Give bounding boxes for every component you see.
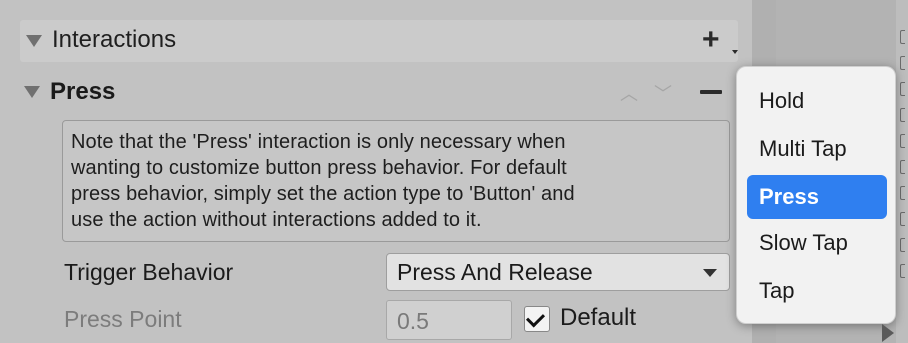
list-item: [900, 186, 905, 200]
help-text-line: use the action without interactions adde…: [71, 209, 482, 231]
menu-item-tap[interactable]: Tap: [747, 269, 887, 313]
list-item: [900, 134, 905, 148]
foldout-arrow-icon[interactable]: [26, 35, 42, 47]
menu-item-hold[interactable]: Hold: [747, 79, 887, 123]
inspector-panel: Interactions + Press ︿ ﹀ Note that the '…: [0, 0, 752, 343]
trigger-behavior-dropdown[interactable]: Press And Release: [386, 253, 730, 291]
menu-item-slow-tap[interactable]: Slow Tap: [747, 221, 887, 265]
press-point-label: Press Point: [64, 306, 182, 332]
plus-dropdown-caret-icon[interactable]: [732, 50, 738, 54]
trigger-behavior-label: Trigger Behavior: [64, 259, 234, 285]
press-point-value: 0.5: [397, 308, 429, 334]
interaction-popup-menu: Hold Multi Tap Press Slow Tap Tap: [736, 66, 896, 324]
list-item: [900, 238, 905, 252]
press-foldout-arrow-icon[interactable]: [24, 86, 40, 98]
dropdown-caret-icon: [703, 269, 717, 277]
list-item: [900, 82, 905, 96]
list-item: [900, 30, 905, 44]
chevron-down-icon[interactable]: ﹀: [654, 80, 672, 106]
default-checkbox[interactable]: [524, 306, 550, 332]
menu-item-press[interactable]: Press: [747, 175, 887, 219]
edge-list-items: [896, 0, 908, 343]
interactions-header[interactable]: Interactions +: [20, 20, 738, 62]
press-section-title: Press: [50, 78, 116, 105]
minus-icon[interactable]: [700, 90, 722, 94]
default-label: Default: [560, 304, 637, 331]
help-text-line: Note that the 'Press' interaction is onl…: [71, 131, 566, 153]
list-item: [900, 212, 905, 226]
expand-arrow-icon[interactable]: [882, 324, 894, 342]
trigger-behavior-value: Press And Release: [397, 259, 593, 285]
plus-icon[interactable]: +: [702, 23, 720, 57]
list-item: [900, 264, 905, 278]
help-text-line: wanting to customize button press behavi…: [71, 157, 567, 179]
interactions-title: Interactions: [52, 26, 177, 53]
help-box: Note that the 'Press' interaction is onl…: [62, 120, 730, 242]
menu-item-multi-tap[interactable]: Multi Tap: [747, 127, 887, 171]
list-item: [900, 108, 905, 122]
help-text-line: press behavior, simply set the action ty…: [71, 183, 575, 205]
list-item: [900, 56, 905, 70]
press-point-field[interactable]: 0.5: [386, 300, 512, 340]
chevron-up-icon[interactable]: ︿: [620, 80, 638, 106]
checkmark-icon: [525, 308, 546, 328]
list-item: [900, 160, 905, 174]
